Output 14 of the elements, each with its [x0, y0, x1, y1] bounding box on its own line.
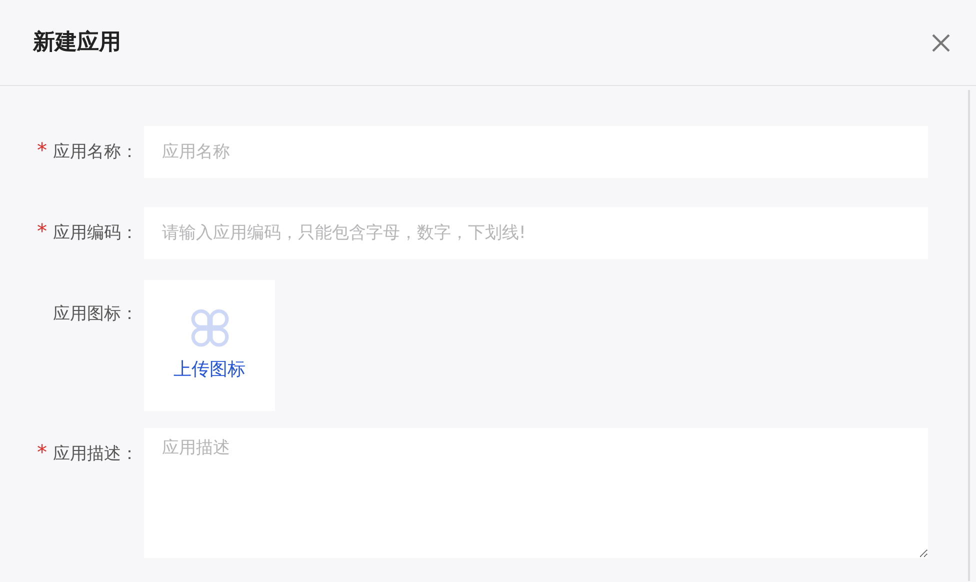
dialog-title: 新建应用 — [33, 28, 121, 57]
grid-icon — [190, 308, 230, 348]
upload-button[interactable]: 上传图标 — [144, 280, 275, 411]
input-field[interactable]: 应用名称 — [144, 126, 928, 178]
text-area[interactable]: 应用描述 — [144, 428, 928, 558]
field-label: 应用描述： — [53, 443, 138, 466]
required-mark: * — [37, 140, 47, 160]
required-mark: * — [37, 442, 47, 462]
input-field[interactable]: 请输入应用编码，只能包含字母，数字，下划线! — [144, 207, 928, 259]
required-mark: * — [37, 221, 47, 241]
field-label: 应用图标： — [53, 303, 138, 326]
close-icon — [930, 32, 952, 54]
field-label: 应用名称： — [53, 141, 138, 164]
field-label: 应用编码： — [53, 222, 138, 245]
